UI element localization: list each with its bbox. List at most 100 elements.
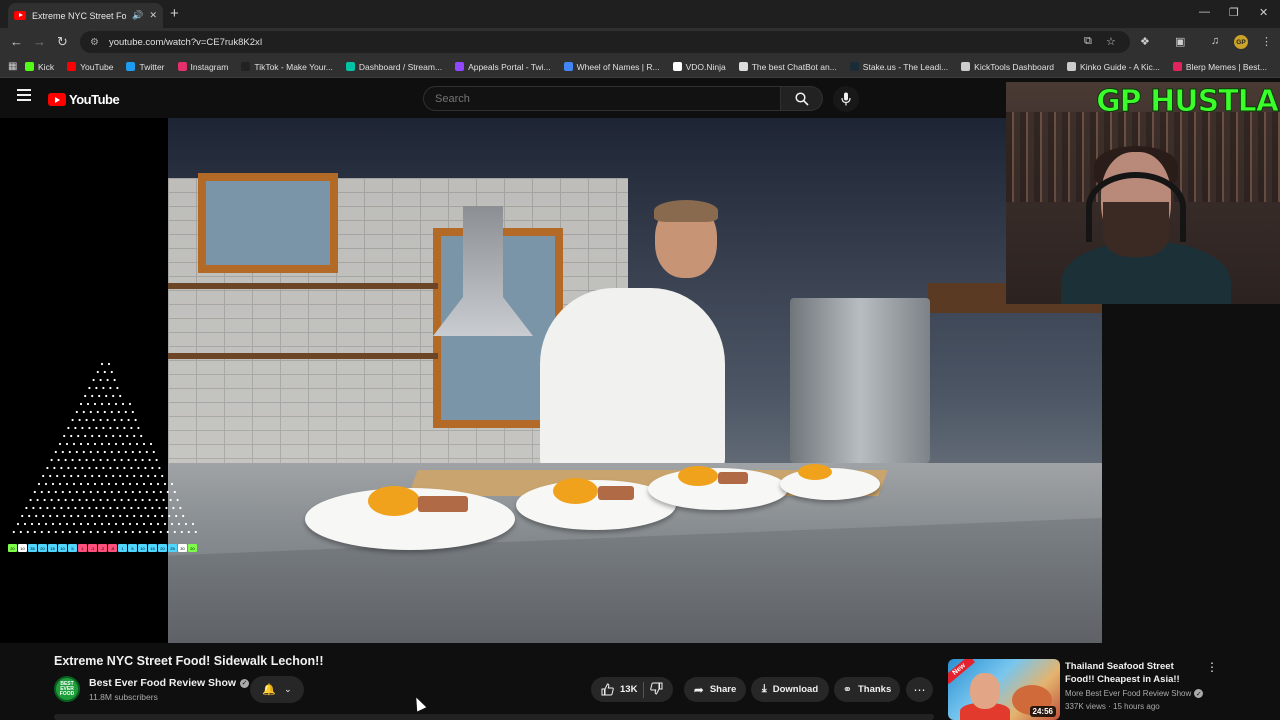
visualizer-dot bbox=[119, 434, 122, 438]
recommended-thumbnail[interactable]: New 24:56 bbox=[948, 659, 1060, 720]
visualizer-dot bbox=[56, 514, 59, 518]
visualizer-dot bbox=[44, 522, 48, 526]
meter-cell: 35 bbox=[28, 544, 37, 552]
visualizer-dot bbox=[91, 474, 94, 478]
visualizer-dot bbox=[119, 514, 122, 518]
recommended-menu-icon[interactable]: ⋮ bbox=[1206, 660, 1218, 674]
recommended-title[interactable]: Thailand Seafood Street Food!! Cheapest … bbox=[1065, 660, 1205, 686]
visualizer-dot bbox=[98, 514, 101, 518]
visualizer-dot bbox=[98, 474, 101, 478]
plate-2-meat bbox=[598, 486, 634, 500]
bookmark-item[interactable]: TikTok - Make Your... bbox=[241, 62, 333, 72]
recommended-meta: 337K views · 15 hours ago bbox=[1065, 702, 1160, 711]
bookmark-item[interactable]: KickTools Dashboard bbox=[961, 62, 1054, 72]
visualizer-dot bbox=[96, 370, 99, 374]
search-button[interactable] bbox=[781, 86, 823, 111]
extensions-icon[interactable]: ❖ bbox=[1140, 35, 1150, 48]
address-toolbar: ← → ↻ ⚙ youtube.com/watch?v=CE7ruk8K2xI … bbox=[0, 28, 1280, 56]
window-close-icon[interactable]: ✕ bbox=[1259, 6, 1268, 19]
guide-menu-icon[interactable] bbox=[17, 89, 31, 101]
channel-name[interactable]: Best Ever Food Review Show ✓ bbox=[89, 677, 250, 689]
bookmark-item[interactable]: Kick bbox=[25, 62, 54, 72]
visualizer-dot bbox=[85, 458, 88, 462]
visualizer-dot bbox=[100, 482, 104, 486]
cast-icon[interactable]: ▣ bbox=[1175, 35, 1185, 48]
profile-avatar[interactable]: GP bbox=[1234, 35, 1248, 49]
share-button[interactable]: ➦ Share bbox=[684, 677, 746, 702]
media-control-icon[interactable]: ♫ bbox=[1211, 35, 1219, 47]
search-box[interactable] bbox=[423, 86, 781, 111]
visualizer-dot bbox=[60, 466, 63, 470]
download-button[interactable]: ⤓ Download bbox=[751, 677, 829, 702]
bookmark-star-icon[interactable]: ☆ bbox=[1106, 35, 1116, 48]
visualizer-dot bbox=[64, 458, 67, 462]
recommended-channel-text[interactable]: More Best Ever Food Review Show bbox=[1065, 689, 1191, 698]
maximize-icon[interactable]: ❐ bbox=[1229, 6, 1239, 19]
visualizer-dot bbox=[89, 490, 92, 494]
more-actions-button[interactable]: ⋯ bbox=[906, 677, 933, 702]
visualizer-dot bbox=[131, 410, 134, 414]
visualizer-dot bbox=[100, 522, 104, 526]
forward-icon[interactable]: → bbox=[33, 34, 46, 49]
search-input[interactable] bbox=[435, 92, 780, 105]
bookmark-item[interactable]: VDO.Ninja bbox=[672, 62, 726, 72]
subscriber-count: 11.8M subscribers bbox=[89, 692, 158, 702]
visualizer-dot bbox=[88, 386, 91, 390]
visualizer-dot bbox=[110, 490, 113, 494]
notifications-button[interactable]: 🔔 ⌄ bbox=[250, 676, 304, 703]
tab-close-icon[interactable]: ✕ bbox=[149, 10, 157, 21]
visualizer-dot bbox=[91, 434, 94, 438]
youtube-logo[interactable]: YouTube bbox=[48, 92, 120, 107]
visualizer-dot bbox=[92, 458, 95, 462]
bookmark-item[interactable]: Stake.us - The Leadi... bbox=[849, 62, 948, 72]
bookmark-item[interactable]: Blerp Memes | Best... bbox=[1172, 62, 1267, 72]
visualizer-dot bbox=[107, 362, 111, 366]
reload-icon[interactable]: ↻ bbox=[57, 34, 68, 50]
bookmark-item[interactable]: Appeals Portal - Twi... bbox=[455, 62, 551, 72]
bookmark-item[interactable]: Twitter bbox=[126, 62, 165, 72]
visualizer-dot bbox=[63, 514, 66, 518]
bookmark-item[interactable]: Wheel of Names | R... bbox=[563, 62, 660, 72]
visualizer-dot bbox=[133, 434, 136, 438]
install-app-icon[interactable]: ⧉ bbox=[1084, 35, 1092, 48]
visualizer-dot bbox=[89, 530, 92, 534]
bookmark-item[interactable]: YouTube bbox=[67, 62, 113, 72]
visualizer-dot bbox=[106, 498, 109, 502]
video-player[interactable] bbox=[168, 118, 1102, 643]
channel-name-text[interactable]: Best Ever Food Review Show bbox=[89, 677, 236, 689]
bookmark-item[interactable]: The best ChatBot an... bbox=[738, 62, 837, 72]
visualizer-dot bbox=[142, 522, 146, 526]
visualizer-dot bbox=[54, 530, 57, 534]
visualizer-dot bbox=[74, 506, 77, 510]
browser-menu-icon[interactable]: ⋮ bbox=[1261, 35, 1272, 48]
voice-search-button[interactable] bbox=[833, 86, 859, 112]
channel-avatar[interactable]: BEST EVER FOOD bbox=[54, 676, 80, 702]
visualizer-dot bbox=[100, 402, 104, 406]
bookmark-label: KickTools Dashboard bbox=[974, 61, 1055, 72]
bookmark-item[interactable]: Instagram bbox=[177, 62, 228, 72]
recommended-channel[interactable]: More Best Ever Food Review Show ✓ bbox=[1065, 689, 1204, 698]
back-icon[interactable]: ← bbox=[10, 34, 23, 49]
site-info-icon[interactable]: ⚙ bbox=[90, 37, 99, 48]
address-bar[interactable]: ⚙ youtube.com/watch?v=CE7ruk8K2xI ⧉ ☆ bbox=[80, 31, 1130, 53]
visualizer-dot bbox=[77, 434, 80, 438]
visualizer-dot bbox=[158, 506, 161, 510]
minimize-icon[interactable]: — bbox=[1199, 6, 1210, 18]
visualizer-dot bbox=[49, 514, 52, 518]
new-tab-icon[interactable]: + bbox=[170, 5, 179, 22]
visualizer-dot bbox=[85, 498, 88, 502]
bookmark-item[interactable]: Kinko Guide - A Kic... bbox=[1067, 62, 1160, 72]
description-box-edge[interactable] bbox=[54, 714, 934, 720]
browser-tab-active[interactable]: Extreme NYC Street Food! S 🔊 ✕ bbox=[8, 3, 163, 28]
plate-1-meat bbox=[418, 496, 468, 512]
thanks-button[interactable]: ⚭ Thanks bbox=[834, 677, 900, 702]
url-text[interactable]: youtube.com/watch?v=CE7ruk8K2xI bbox=[109, 37, 262, 48]
visualizer-dot bbox=[133, 474, 136, 478]
visualizer-dot bbox=[123, 506, 126, 510]
bookmark-favicon-icon bbox=[961, 62, 971, 71]
dislike-button[interactable] bbox=[650, 682, 663, 698]
bookmark-item[interactable]: Dashboard / Stream... bbox=[345, 62, 442, 72]
like-button[interactable]: 13K bbox=[601, 683, 637, 696]
speaker-icon[interactable]: 🔊 bbox=[132, 10, 143, 21]
apps-grid-icon[interactable]: ▦ bbox=[8, 61, 25, 72]
